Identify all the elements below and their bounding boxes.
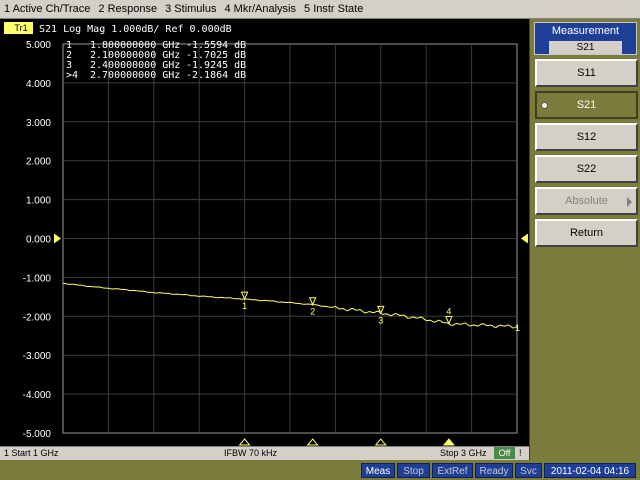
softkey-s11[interactable]: S11 bbox=[535, 59, 638, 87]
channel-status-bar: 1 Start 1 GHz IFBW 70 kHz Stop 3 GHz Off… bbox=[0, 446, 529, 460]
softkey-absolute[interactable]: Absolute bbox=[535, 187, 638, 215]
y-tick-label: 0.000 bbox=[26, 235, 51, 246]
softkey-panel: Measurement S21 S11 S21 S12 S22 Absolute… bbox=[529, 19, 640, 460]
stop-frequency[interactable]: Stop 3 GHz bbox=[440, 448, 487, 458]
y-tick-label: -1.000 bbox=[23, 273, 52, 284]
reference-level-right-icon bbox=[521, 233, 528, 244]
softkey-label: S12 bbox=[576, 131, 597, 143]
status-extref: ExtRef bbox=[432, 463, 473, 478]
marker-readout-value: -2.1864 dB bbox=[186, 70, 246, 81]
warning-indicator: ! bbox=[519, 448, 522, 458]
status-ready: Ready bbox=[475, 463, 513, 478]
y-tick-label: 1.000 bbox=[26, 196, 51, 207]
marker-position-indicator-icon bbox=[306, 438, 319, 446]
softkey-s12[interactable]: S12 bbox=[535, 123, 638, 151]
marker-position-indicator-icon bbox=[374, 438, 387, 446]
y-tick-label: -2.000 bbox=[23, 312, 52, 323]
plot-area[interactable]: 5.000 4.000 3.000 2.000 1.000 0.000 -1.000 -2.0… bbox=[0, 19, 529, 446]
marker-label: 1 bbox=[242, 301, 247, 311]
marker-label: 2 bbox=[310, 307, 315, 317]
selected-radio-icon bbox=[541, 102, 548, 109]
menu-response[interactable]: 2 Response bbox=[94, 3, 161, 15]
softkey-label: S21 bbox=[576, 99, 597, 111]
y-tick-label: 2.000 bbox=[26, 157, 51, 168]
trace-display[interactable]: 5.000 4.000 3.000 2.000 1.000 0.000 -1.000 -2.0… bbox=[0, 19, 529, 460]
trace-header: S21 Log Mag 1.000dB/ Ref 0.000dB bbox=[39, 24, 232, 35]
trace-end-label: 1 bbox=[515, 323, 520, 333]
reference-level-left-icon bbox=[54, 233, 61, 244]
y-tick-label: 5.000 bbox=[26, 40, 51, 51]
softkey-label: Return bbox=[569, 227, 604, 239]
marker-position-indicator-icon bbox=[238, 438, 251, 446]
submenu-arrow-icon bbox=[627, 197, 632, 207]
marker-readout-frequency: 2.700000000 GHz bbox=[90, 70, 180, 81]
status-stop: Stop bbox=[397, 463, 430, 478]
start-frequency[interactable]: 1 Start 1 GHz bbox=[4, 448, 59, 458]
softkey-label: S11 bbox=[577, 67, 596, 79]
softkey-s22[interactable]: S22 bbox=[535, 155, 638, 183]
marker-label: 3 bbox=[378, 315, 383, 325]
menu-instr-state[interactable]: 5 Instr State bbox=[300, 3, 367, 15]
marker-position-indicator-icon bbox=[442, 438, 455, 446]
softkey-menu-header: Measurement S21 bbox=[534, 22, 637, 55]
current-measurement: S21 bbox=[549, 41, 622, 54]
sweep-off-indicator: Off bbox=[494, 447, 515, 459]
menu-stimulus[interactable]: 3 Stimulus bbox=[161, 3, 220, 15]
softkey-return[interactable]: Return bbox=[535, 219, 638, 247]
status-datetime: 2011-02-04 04:16 bbox=[544, 463, 636, 478]
active-trace-marker-icon bbox=[4, 22, 10, 34]
instrument-status-bar: Meas Stop ExtRef Ready Svc 2011-02-04 04… bbox=[0, 460, 640, 480]
softkey-menu-title: Measurement bbox=[551, 25, 620, 37]
marker-readout-label: >4 bbox=[66, 70, 78, 81]
y-tick-label: -3.000 bbox=[23, 351, 52, 362]
softkey-label: S22 bbox=[576, 163, 597, 175]
menu-mkr-analysis[interactable]: 4 Mkr/Analysis bbox=[220, 3, 300, 15]
if-bandwidth[interactable]: IFBW 70 kHz bbox=[224, 448, 277, 458]
y-tick-label: -5.000 bbox=[23, 429, 52, 440]
status-svc: Svc bbox=[515, 463, 542, 478]
softkey-label: Absolute bbox=[565, 195, 608, 207]
marker-triangle-icon bbox=[308, 297, 317, 306]
menu-bar: 1 Active Ch/Trace 2 Response 3 Stimulus … bbox=[0, 0, 640, 19]
marker-label: 4 bbox=[446, 307, 451, 317]
menu-active-ch-trace[interactable]: 1 Active Ch/Trace bbox=[0, 3, 94, 15]
trace-tag: Tr1 bbox=[14, 23, 27, 33]
y-tick-label: 3.000 bbox=[26, 118, 51, 129]
softkey-s21[interactable]: S21 bbox=[535, 91, 638, 119]
status-meas: Meas bbox=[361, 463, 395, 478]
y-tick-label: 4.000 bbox=[26, 79, 51, 90]
y-tick-label: -4.000 bbox=[23, 390, 52, 401]
